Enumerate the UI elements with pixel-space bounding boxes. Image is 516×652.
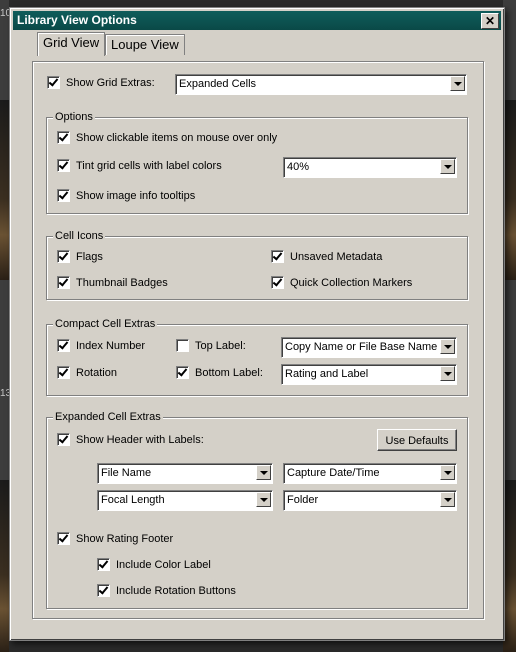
grid-extras-value: Expanded Cells [179, 78, 257, 90]
include-rotation-buttons-box[interactable] [97, 584, 110, 597]
quick-collection-markers-label: Quick Collection Markers [290, 276, 413, 289]
chevron-down-icon[interactable] [440, 492, 455, 507]
tint-grid-cells-box[interactable] [57, 159, 70, 172]
bottom-label-select[interactable]: Rating and Label [281, 364, 457, 385]
show-rating-footer-box[interactable] [57, 532, 70, 545]
show-header-checkbox[interactable]: Show Header with Labels: [57, 433, 204, 446]
flags-checkbox[interactable]: Flags [57, 250, 103, 263]
quick-collection-markers-box[interactable] [271, 276, 284, 289]
include-color-label-box[interactable] [97, 558, 110, 571]
unsaved-metadata-checkbox[interactable]: Unsaved Metadata [271, 250, 382, 263]
index-number-checkbox[interactable]: Index Number [57, 339, 145, 352]
use-defaults-button[interactable]: Use Defaults [377, 429, 457, 451]
image-info-tooltips-checkbox[interactable]: Show image info tooltips [57, 189, 195, 202]
flags-box[interactable] [57, 250, 70, 263]
include-color-label-label: Include Color Label [116, 558, 211, 571]
show-rating-footer-label: Show Rating Footer [76, 532, 174, 545]
bottom-label-checkbox[interactable]: Bottom Label: [176, 366, 263, 379]
header-field-2-value: Capture Date/Time [287, 467, 380, 479]
flags-label: Flags [76, 250, 103, 263]
show-header-label: Show Header with Labels: [76, 433, 204, 446]
chevron-down-icon[interactable] [256, 465, 271, 480]
index-number-box[interactable] [57, 339, 70, 352]
dialog-title: Library View Options [17, 13, 137, 27]
chevron-down-icon[interactable] [450, 76, 465, 91]
thumbnail-badges-checkbox[interactable]: Thumbnail Badges [57, 276, 168, 289]
image-info-tooltips-box[interactable] [57, 189, 70, 202]
background-photo-left-bottom [0, 480, 9, 652]
clickable-items-label: Show clickable items on mouse over only [76, 131, 278, 144]
header-field-1-value: File Name [101, 467, 152, 479]
chevron-down-icon[interactable] [256, 492, 271, 507]
header-field-4-value: Folder [287, 494, 319, 506]
tint-grid-cells-label: Tint grid cells with label colors [76, 159, 222, 172]
show-grid-extras-checkbox[interactable]: Show Grid Extras: [47, 76, 155, 89]
close-icon: ✕ [484, 14, 496, 28]
bottom-label-label: Bottom Label: [195, 366, 263, 379]
header-field-2-select[interactable]: Capture Date/Time [283, 463, 457, 484]
header-field-4-select[interactable]: Folder [283, 490, 457, 511]
header-field-3-select[interactable]: Focal Length [97, 490, 273, 511]
bottom-label-value: Rating and Label [285, 368, 369, 380]
compact-cell-extras-title: Compact Cell Extras [53, 318, 158, 330]
top-label-select[interactable]: Copy Name or File Base Name [281, 337, 457, 358]
show-grid-extras-box[interactable] [47, 76, 60, 89]
unsaved-metadata-label: Unsaved Metadata [290, 250, 383, 263]
tab-loupe-view[interactable]: Loupe View [105, 34, 185, 55]
tint-percent-value: 40% [287, 161, 310, 173]
background-photo-left-top [0, 100, 9, 280]
clickable-items-box[interactable] [57, 131, 70, 144]
bottom-label-box[interactable] [176, 366, 189, 379]
top-label-box[interactable] [176, 339, 189, 352]
rotation-box[interactable] [57, 366, 70, 379]
unsaved-metadata-box[interactable] [271, 250, 284, 263]
quick-collection-markers-checkbox[interactable]: Quick Collection Markers [271, 276, 412, 289]
tint-percent-select[interactable]: 40% [283, 157, 457, 178]
top-label-label: Top Label: [195, 339, 246, 352]
image-info-tooltips-label: Show image info tooltips [76, 189, 196, 202]
cell-icons-group: Cell Icons [46, 230, 468, 300]
options-group-title: Options [53, 111, 95, 123]
include-color-label-checkbox[interactable]: Include Color Label [97, 558, 211, 571]
thumbnail-badges-box[interactable] [57, 276, 70, 289]
top-label-checkbox[interactable]: Top Label: [176, 339, 246, 352]
compact-cell-extras-group: Compact Cell Extras [46, 318, 468, 396]
chevron-down-icon[interactable] [440, 159, 455, 174]
tint-grid-cells-checkbox[interactable]: Tint grid cells with label colors [57, 159, 222, 172]
header-field-3-value: Focal Length [101, 494, 165, 506]
rotation-checkbox[interactable]: Rotation [57, 366, 117, 379]
thumbnail-badges-label: Thumbnail Badges [76, 276, 168, 289]
header-field-1-select[interactable]: File Name [97, 463, 273, 484]
top-label-value: Copy Name or File Base Name [285, 341, 438, 353]
show-rating-footer-checkbox[interactable]: Show Rating Footer [57, 532, 173, 545]
tab-grid-view[interactable]: Grid View [37, 32, 106, 56]
chevron-down-icon[interactable] [440, 366, 455, 381]
include-rotation-buttons-checkbox[interactable]: Include Rotation Buttons [97, 584, 236, 597]
close-button[interactable]: ✕ [481, 13, 499, 29]
index-number-label: Index Number [76, 339, 146, 352]
cell-icons-group-title: Cell Icons [53, 230, 106, 242]
chevron-down-icon[interactable] [440, 465, 455, 480]
dialog-titlebar[interactable]: Library View Options ✕ [13, 11, 501, 30]
expanded-cell-extras-title: Expanded Cell Extras [53, 411, 163, 423]
grid-extras-select[interactable]: Expanded Cells [175, 74, 467, 95]
show-header-box[interactable] [57, 433, 70, 446]
show-grid-extras-label: Show Grid Extras: [66, 76, 155, 89]
chevron-down-icon[interactable] [440, 339, 455, 354]
include-rotation-buttons-label: Include Rotation Buttons [116, 584, 236, 597]
clickable-items-checkbox[interactable]: Show clickable items on mouse over only [57, 131, 277, 144]
rotation-label: Rotation [76, 366, 117, 379]
